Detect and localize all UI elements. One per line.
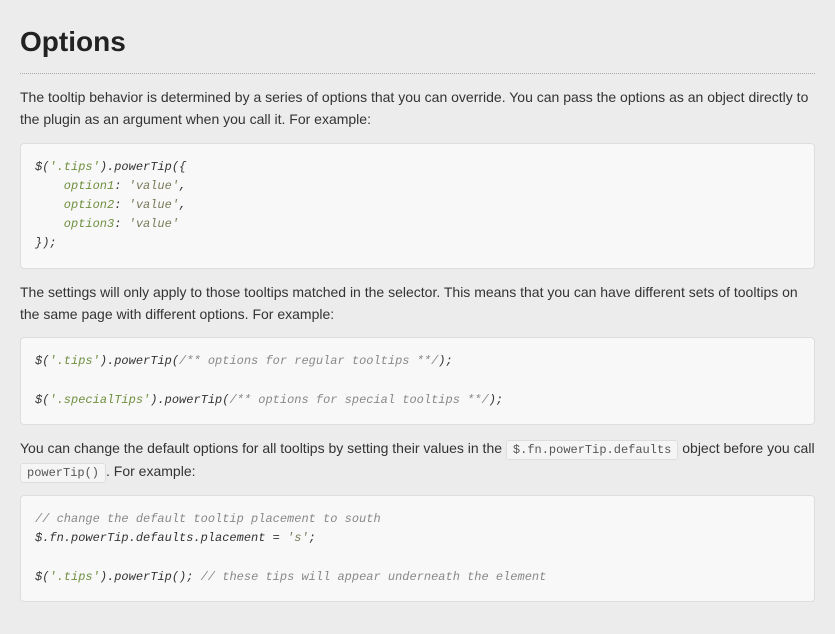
code-selector: '.tips' — [49, 354, 99, 368]
section-heading: Options — [20, 20, 815, 74]
code-comment: // these tips will appear underneath the… — [201, 570, 547, 584]
code-selector: '.tips' — [49, 160, 99, 174]
code-string: 'value' — [129, 179, 179, 193]
code-text: , — [179, 198, 186, 212]
para-text: You can change the default options for a… — [20, 440, 506, 456]
code-key: option3 — [35, 217, 114, 231]
code-selector: '.specialTips' — [49, 393, 150, 407]
code-key: option1 — [35, 179, 114, 193]
code-comment: // change the default tooltip placement … — [35, 512, 381, 526]
code-string: 'value' — [129, 198, 179, 212]
code-text: : — [114, 217, 128, 231]
code-text: ); — [438, 354, 452, 368]
code-text: $( — [35, 393, 49, 407]
inline-code-powertip: powerTip() — [20, 463, 106, 483]
code-block-1: $('.tips').powerTip({ option1: 'value', … — [20, 143, 815, 269]
code-text: $( — [35, 354, 49, 368]
intro-paragraph-1: The tooltip behavior is determined by a … — [20, 86, 815, 131]
code-text: ).powerTip({ — [100, 160, 186, 174]
code-string: 'value' — [129, 217, 179, 231]
code-text: ).powerTip( — [150, 393, 229, 407]
intro-paragraph-2: The settings will only apply to those to… — [20, 281, 815, 326]
code-text: $.fn.powerTip.defaults.placement = — [35, 531, 287, 545]
code-block-2: $('.tips').powerTip(/** options for regu… — [20, 337, 815, 425]
code-comment: /** options for special tooltips **/ — [229, 393, 488, 407]
para-text: . For example: — [106, 463, 195, 479]
code-selector: '.tips' — [49, 570, 99, 584]
code-text: ; — [309, 531, 316, 545]
code-text: , — [179, 179, 186, 193]
code-text: : — [114, 198, 128, 212]
code-comment: /** options for regular tooltips **/ — [179, 354, 438, 368]
para-text: object before you call — [678, 440, 814, 456]
code-block-3: // change the default tooltip placement … — [20, 495, 815, 602]
code-text: ).powerTip(); — [100, 570, 201, 584]
code-text: $( — [35, 570, 49, 584]
code-string: 's' — [287, 531, 309, 545]
code-text: : — [114, 179, 128, 193]
code-text: ).powerTip( — [100, 354, 179, 368]
code-key: option2 — [35, 198, 114, 212]
code-text: $( — [35, 160, 49, 174]
intro-paragraph-3: You can change the default options for a… — [20, 437, 815, 483]
inline-code-defaults: $.fn.powerTip.defaults — [506, 440, 678, 460]
code-text: ); — [489, 393, 503, 407]
code-text: }); — [35, 236, 57, 250]
